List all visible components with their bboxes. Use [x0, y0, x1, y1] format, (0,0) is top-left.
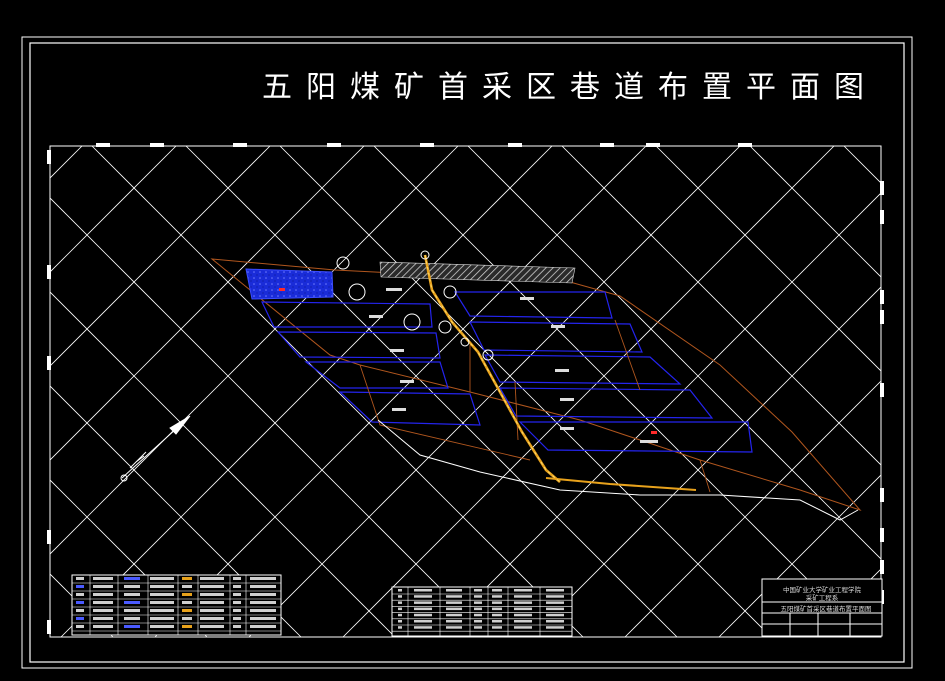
main-roadway [423, 254, 697, 491]
outcrop-line [377, 419, 859, 521]
mine-plan [210, 250, 862, 521]
drawing-title: 五阳煤矿首采区巷道布置平面图 [262, 70, 878, 105]
title-block-line1: 中国矿业大学矿业工程学院 [783, 585, 862, 594]
legend-table [71, 574, 282, 636]
title-block: 中国矿业大学矿业工程学院 采矿工程系 五阳煤矿首采区巷道布置平面图 [761, 578, 883, 637]
red-markers [279, 288, 657, 434]
drawing-frame [21, 36, 913, 669]
map-border [47, 143, 884, 638]
roadway-schedule-table [391, 586, 573, 637]
title-block-drawing-name: 五阳煤矿首采区巷道布置平面图 [781, 604, 872, 613]
title-block-line2: 采矿工程系 [806, 593, 839, 602]
goaf-area [245, 268, 334, 300]
working-panels [261, 291, 753, 453]
fault-strip [379, 261, 576, 284]
